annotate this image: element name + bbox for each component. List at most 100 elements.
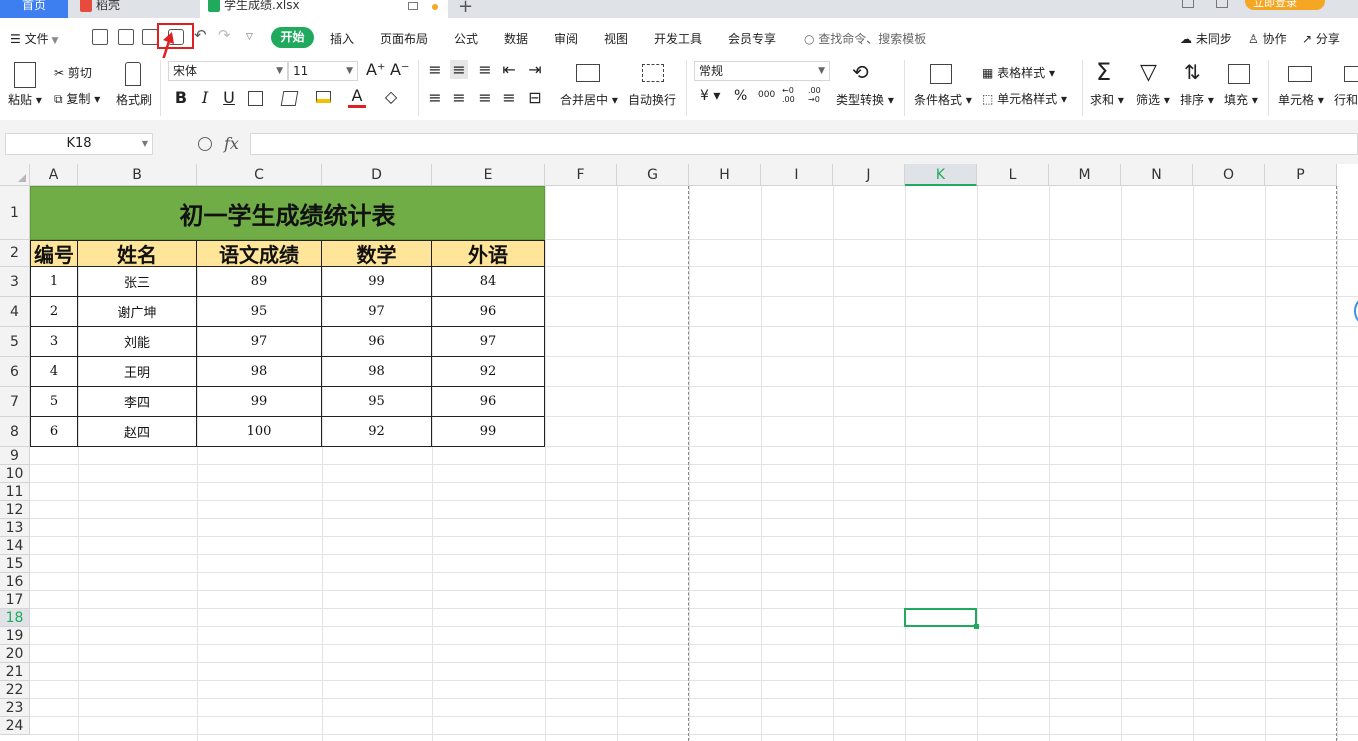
row-header-23[interactable]: 23 [0,699,30,717]
data-cell[interactable]: 100 [197,417,322,447]
file-menu[interactable]: ☰ 文件 ▼ [10,30,58,47]
justify-icon[interactable]: ≡ [500,88,518,107]
quick-access-dropdown-icon[interactable]: ▽ [246,32,253,42]
align-middle-icon[interactable]: ≡ [450,60,468,79]
column-header-d[interactable]: D [322,164,432,186]
font-size-select[interactable]: 11 ▼ [288,61,358,81]
grid-view-icon[interactable] [1216,0,1228,8]
column-header-g[interactable]: G [617,164,689,186]
row-header-3[interactable]: 3 [0,267,30,297]
sync-button[interactable]: ☁ 未同步 [1180,30,1232,47]
column-header-b[interactable]: B [78,164,197,186]
cell-style-button[interactable]: ⬚ 单元格样式 ▾ [982,90,1067,107]
type-convert-icon[interactable]: ⟲ [852,60,869,84]
font-color-icon[interactable]: A [348,86,366,108]
data-cell[interactable]: 2 [30,297,78,327]
column-header-a[interactable]: A [30,164,78,186]
sum-button[interactable]: 求和 ▾ [1090,91,1124,108]
align-right-icon[interactable]: ≡ [476,88,494,107]
sort-icon[interactable]: ⇅ [1184,60,1201,84]
wrap-text-button[interactable]: 自动换行 [628,91,676,108]
data-cell[interactable]: 王明 [78,357,197,387]
column-header-h[interactable]: H [689,164,761,186]
selected-cell[interactable] [904,608,979,629]
tab-start[interactable]: 开始 [271,27,314,48]
row-header-2[interactable]: 2 [0,240,30,267]
data-cell[interactable]: 98 [197,357,322,387]
command-search[interactable]: ○ 查找命令、搜索模板 [804,30,926,47]
row-header-19[interactable]: 19 [0,627,30,645]
column-header-n[interactable]: N [1121,164,1193,186]
thousands-separator-button[interactable]: 000 [758,90,775,100]
data-cell[interactable]: 李四 [78,387,197,417]
sort-button[interactable]: 排序 ▾ [1180,91,1214,108]
type-convert-button[interactable]: 类型转换 ▾ [836,91,894,108]
row-header-5[interactable]: 5 [0,327,30,357]
name-box[interactable]: K18 ▼ [5,133,153,155]
share-button[interactable]: ↗ 分享 [1302,30,1340,47]
data-cell[interactable]: 张三 [78,267,197,297]
header-cell[interactable]: 编号 [30,240,78,267]
login-button[interactable]: 立即登录 [1245,0,1325,10]
column-header-p[interactable]: P [1265,164,1337,186]
fill-color-icon[interactable] [316,91,331,103]
tab-file[interactable]: 学生成绩.xlsx [200,0,448,18]
spreadsheet-grid[interactable]: A B C D E F G H I J K L M N O P 1 2 3 4 5 6 7 8 9 10 11 12 13 14 15 16 1… [0,164,1358,741]
data-cell[interactable]: 97 [197,327,322,357]
new-tab-plus-icon[interactable]: + [458,0,473,17]
cell-button[interactable]: 单元格 ▾ [1278,91,1324,108]
align-top-icon[interactable]: ≡ [426,60,444,79]
row-header-12[interactable]: 12 [0,501,30,519]
cell-format-icon[interactable] [1288,66,1312,82]
sheet-title-cell[interactable]: 初一学生成绩统计表 [30,186,545,240]
data-cell[interactable]: 5 [30,387,78,417]
percent-button[interactable]: % [734,88,747,104]
save-icon[interactable] [92,29,108,45]
copy-button[interactable]: ⧉ 复制 ▾ [54,90,100,107]
column-header-k[interactable]: K [905,164,977,186]
zoom-icon[interactable] [198,137,212,151]
filter-icon[interactable]: ▽ [1140,60,1157,85]
header-cell[interactable]: 姓名 [78,240,197,267]
eraser-icon[interactable]: ◇ [382,87,400,106]
row-header-10[interactable]: 10 [0,465,30,483]
format-painter-icon[interactable] [125,62,141,86]
data-cell[interactable]: 刘能 [78,327,197,357]
fill-pattern-icon[interactable] [280,91,299,106]
data-cell[interactable]: 98 [322,357,432,387]
merge-center-button[interactable]: 合并居中 ▾ [560,91,618,108]
merge-center-icon[interactable] [576,64,600,82]
row-header-21[interactable]: 21 [0,663,30,681]
underline-button[interactable]: U [220,88,238,107]
data-cell[interactable]: 89 [197,267,322,297]
align-bottom-icon[interactable]: ≡ [476,60,494,79]
tab-formulas[interactable]: 公式 [454,30,478,47]
data-cell[interactable]: 99 [432,417,545,447]
data-cell[interactable]: 95 [322,387,432,417]
tab-view[interactable]: 视图 [604,30,628,47]
italic-button[interactable]: I [196,88,214,107]
window-icon[interactable] [408,2,418,10]
data-cell[interactable]: 赵四 [78,417,197,447]
tab-developer[interactable]: 开发工具 [654,30,702,47]
row-header-8[interactable]: 8 [0,417,30,447]
row-header-15[interactable]: 15 [0,555,30,573]
row-header-18[interactable]: 18 [0,609,30,627]
data-cell[interactable]: 96 [432,297,545,327]
side-assistant-icon[interactable] [1354,298,1358,324]
row-header-7[interactable]: 7 [0,387,30,417]
data-cell[interactable]: 4 [30,357,78,387]
row-header-22[interactable]: 22 [0,681,30,699]
paste-icon[interactable] [14,62,36,88]
row-col-button[interactable]: 行和 [1334,91,1358,108]
data-cell[interactable]: 3 [30,327,78,357]
tab-insert[interactable]: 插入 [330,30,354,47]
header-cell[interactable]: 外语 [432,240,545,267]
align-center-icon[interactable]: ≡ [450,88,468,107]
fill-button[interactable]: 填充 ▾ [1224,91,1258,108]
distributed-icon[interactable]: ⊟ [526,88,544,107]
data-cell[interactable]: 96 [322,327,432,357]
decimal-increase-button[interactable]: ←0 .00 [782,86,800,104]
column-header-c[interactable]: C [197,164,322,186]
data-cell[interactable]: 95 [197,297,322,327]
